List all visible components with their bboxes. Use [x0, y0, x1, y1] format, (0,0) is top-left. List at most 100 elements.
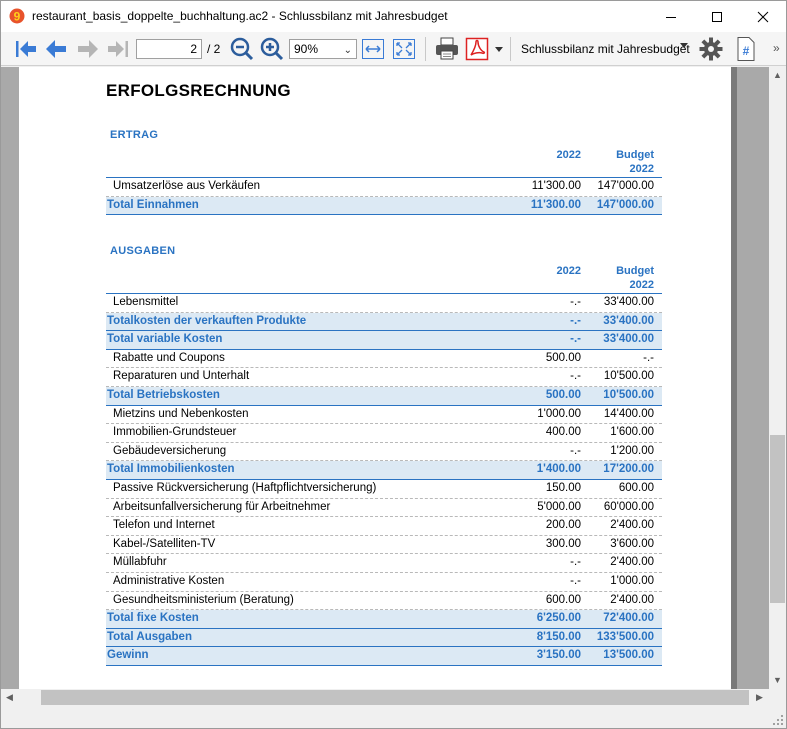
- maximize-button[interactable]: [694, 1, 740, 32]
- close-button[interactable]: [740, 1, 786, 32]
- report-select[interactable]: Schlussbilanz mit Jahresbudget: [521, 42, 690, 56]
- pdf-export-icon[interactable]: [464, 36, 490, 62]
- format-document-icon[interactable]: #: [735, 36, 757, 62]
- row-value-budget: 72'400.00: [603, 612, 654, 625]
- zoom-in-icon[interactable]: [260, 36, 284, 62]
- row-value-budget: 17'200.00: [603, 463, 654, 476]
- row-value-actual: -.-: [570, 370, 581, 383]
- row-label: Telefon und Internet: [113, 519, 215, 532]
- total-row: Total Betriebskosten 500.00 10'500.00: [106, 386, 662, 406]
- row-value-actual: -.-: [570, 574, 581, 587]
- total-row: Total variable Kosten -.- 33'400.00: [106, 331, 662, 350]
- row-value-budget: 10'500.00: [603, 388, 654, 401]
- column-header-budget-line2: 2022: [629, 163, 654, 175]
- print-icon[interactable]: [433, 36, 461, 62]
- row-value-budget: 600.00: [618, 481, 654, 494]
- total-row: Totalkosten der verkauften Produkte -.- 33…: [106, 312, 662, 332]
- row-label: Gewinn: [107, 649, 149, 662]
- row-value-budget: 33'400.00: [603, 333, 654, 346]
- chevron-down-icon: ⌄: [343, 45, 352, 56]
- row-label: Kabel-/Satelliten-TV: [113, 537, 216, 550]
- row-value-budget: 2'400.00: [610, 556, 654, 569]
- row-value-budget: 147'000.00: [597, 180, 654, 192]
- row-label: Müllabfuhr: [113, 556, 167, 569]
- minimize-icon: [666, 17, 676, 18]
- section-label-ertrag: ERTRAG: [110, 129, 159, 141]
- row-value-budget: 1'000.00: [610, 574, 654, 587]
- window-title: restaurant_basis_doppelte_buchhaltung.ac…: [32, 9, 448, 23]
- total-row: Total fixe Kosten 6'250.00 72'400.00: [106, 610, 662, 629]
- row-value-budget: 2'400.00: [610, 593, 654, 606]
- row-label: Total Ausgaben: [107, 630, 192, 643]
- row-value-budget: 2'400.00: [610, 519, 654, 532]
- row-value-budget: 3'600.00: [610, 537, 654, 550]
- minimize-button[interactable]: [648, 1, 694, 32]
- row-value-actual: 6'250.00: [536, 612, 581, 625]
- row-label: Mietzins und Nebenkosten: [113, 407, 249, 420]
- row-value-actual: -.-: [570, 444, 581, 457]
- row-value-actual: 11'300.00: [530, 198, 581, 211]
- row-value-actual: -.-: [570, 314, 581, 327]
- chevron-down-icon[interactable]: [680, 43, 688, 48]
- row-value-budget: 33'400.00: [603, 296, 654, 308]
- next-page-icon[interactable]: [75, 36, 101, 62]
- column-header-budget: Budget 2022: [599, 264, 654, 292]
- vertical-scroll-thumb[interactable]: [770, 435, 785, 603]
- total-row: Total Einnahmen 11'300.00 147'000.00: [106, 196, 662, 216]
- row-label: Rabatte und Coupons: [113, 351, 225, 364]
- horizontal-scrollbar[interactable]: ◀ ▶: [1, 689, 786, 706]
- svg-text:#: #: [743, 44, 750, 58]
- column-header-actual: 2022: [556, 265, 581, 277]
- table-row: Immobilien-Grundsteuer 400.00 1'600.00: [106, 424, 662, 443]
- svg-text:9: 9: [14, 10, 21, 24]
- zoom-value: 90%: [294, 42, 319, 56]
- fit-page-icon[interactable]: [392, 36, 416, 62]
- row-value-budget: 1'200.00: [610, 444, 654, 457]
- row-label: Total Immobilienkosten: [107, 463, 235, 476]
- resize-grip-icon[interactable]: [772, 714, 784, 726]
- page-number-input[interactable]: 2: [136, 39, 202, 59]
- ausgaben-table: Lebensmittel -.- 33'400.00 Totalkosten der …: [106, 294, 662, 666]
- row-value-budget: 60'000.00: [603, 500, 654, 513]
- fit-width-icon[interactable]: [361, 36, 385, 62]
- zoom-select[interactable]: 90% ⌄: [289, 39, 357, 59]
- row-value-actual: -.-: [570, 296, 581, 308]
- last-page-icon[interactable]: [105, 36, 131, 62]
- scroll-down-icon[interactable]: ▼: [773, 675, 782, 685]
- row-label: Gebäudeversicherung: [113, 444, 227, 457]
- row-label: Immobilien-Grundsteuer: [113, 426, 237, 439]
- table-row: Gebäudeversicherung -.- 1'200.00: [106, 443, 662, 462]
- scroll-left-icon[interactable]: ◀: [6, 692, 13, 703]
- total-row: Total Ausgaben 8'150.00 133'500.00: [106, 628, 662, 648]
- previous-page-icon[interactable]: [43, 36, 69, 62]
- page-shadow: [731, 67, 737, 689]
- gear-icon[interactable]: [698, 36, 724, 62]
- first-page-icon[interactable]: [13, 36, 39, 62]
- scroll-up-icon[interactable]: ▲: [773, 70, 782, 80]
- row-label: Lebensmittel: [113, 296, 179, 308]
- vertical-scrollbar[interactable]: ▲ ▼: [769, 67, 786, 689]
- row-label: Reparaturen und Unterhalt: [113, 370, 250, 383]
- toolbar-overflow-button[interactable]: »: [773, 41, 780, 55]
- ertrag-table: Umsatzerlöse aus Verkäufen 11'300.00 147'0…: [106, 178, 662, 216]
- zoom-out-icon[interactable]: [230, 36, 254, 62]
- section-label-ausgaben: AUSGABEN: [110, 245, 176, 257]
- row-label: Totalkosten der verkauften Produkte: [107, 314, 307, 327]
- page-total-label: / 2: [207, 42, 221, 56]
- horizontal-scroll-thumb[interactable]: [41, 690, 749, 705]
- document-viewport[interactable]: ERFOLGSRECHNUNG ERTRAG 2022 Budget 2022 …: [1, 67, 769, 689]
- table-row: Administrative Kosten -.- 1'000.00: [106, 573, 662, 592]
- table-row: Kabel-/Satelliten-TV 300.00 3'600.00: [106, 536, 662, 555]
- row-label: Umsatzerlöse aus Verkäufen: [113, 180, 261, 192]
- row-value-actual: 300.00: [545, 537, 581, 550]
- row-value-actual: 500.00: [545, 351, 581, 364]
- row-value-budget: 147'000.00: [596, 198, 654, 211]
- row-label: Arbeitsunfallversicherung für Arbeitnehm…: [113, 500, 331, 513]
- row-label: Administrative Kosten: [113, 574, 225, 587]
- table-row: Passive Rückversicherung (Haftpflichtver…: [106, 480, 662, 499]
- toolbar-separator: [425, 37, 426, 61]
- scroll-right-icon[interactable]: ▶: [756, 692, 763, 703]
- pdf-dropdown-arrow-icon[interactable]: [495, 47, 503, 52]
- row-value-actual: 400.00: [545, 426, 581, 439]
- row-value-actual: 150.00: [545, 481, 581, 494]
